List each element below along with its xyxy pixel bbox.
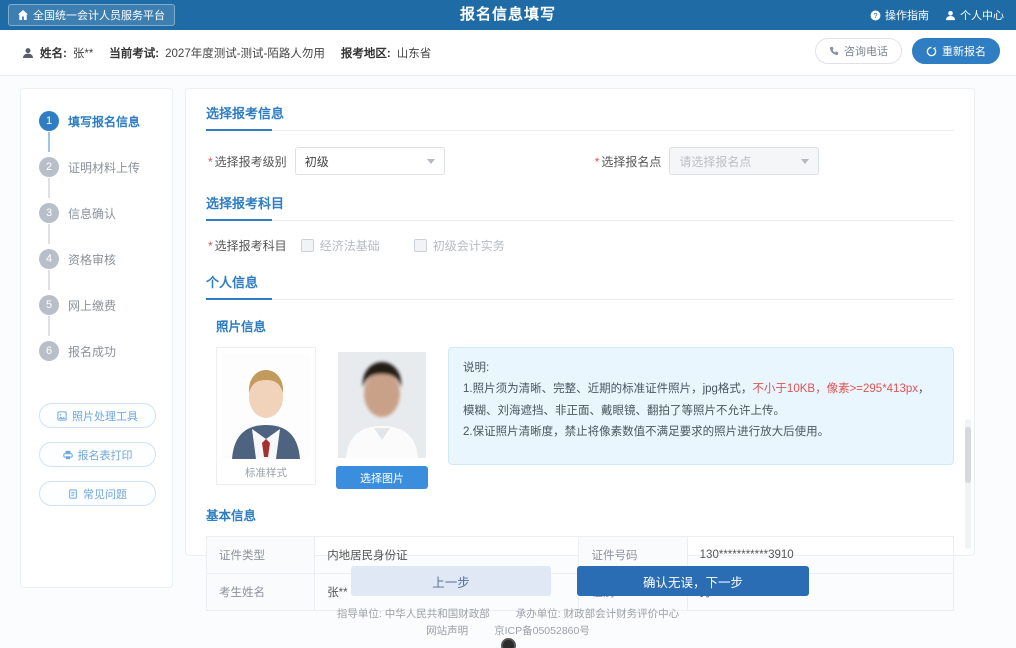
photo-row: 标准样式 选择图片 说明: 1.照片须为清晰、完整、近期的标准证件照片， — [216, 347, 954, 489]
step-label: 资格审核 — [68, 251, 116, 268]
step-number: 2 — [39, 157, 59, 177]
site-statement-link[interactable]: 网站声明 — [426, 623, 468, 640]
bottom-actions: 上一步 确认无误，下一步 — [185, 566, 975, 596]
required-mark: * — [208, 239, 213, 253]
phone-icon — [829, 46, 839, 56]
exam-value: 2027年度测试-测试-陌路人勿用 — [165, 45, 325, 61]
level-value: 初级 — [305, 153, 329, 170]
sample-photo-card: 标准样式 — [216, 347, 316, 485]
exam-label: 当前考试: — [109, 45, 159, 61]
sidebar-links: 照片处理工具 报名表打印 常见问题 — [39, 403, 172, 506]
user-photo-block: 选择图片 — [332, 347, 432, 489]
note-line2: 2.保证照片清晰度，禁止将像素数值不满足要求的照片进行放大后使用。 — [463, 422, 939, 443]
sample-photo-caption: 标准样式 — [245, 465, 287, 480]
step-fill-info[interactable]: 1 填写报名信息 — [39, 111, 172, 157]
security-badge-icon — [501, 638, 516, 648]
subject-checkbox-economic-law[interactable]: 经济法基础 — [301, 237, 380, 254]
userbar-buttons: 咨询电话 重新报名 — [815, 38, 1000, 64]
user-info: 姓名: 张** 当前考试: 2027年度测试-测试-陌路人勿用 报考地区: 山东… — [22, 30, 431, 76]
step-number: 5 — [39, 295, 59, 315]
level-select[interactable]: 初级 — [295, 147, 445, 175]
step-upload-materials[interactable]: 2 证明材料上传 — [39, 157, 172, 203]
consult-phone-button[interactable]: 咨询电话 — [815, 38, 902, 64]
name-value: 张** — [73, 45, 93, 61]
section-personal-info: 个人信息 — [206, 272, 954, 300]
photo-tool-link[interactable]: 照片处理工具 — [39, 403, 156, 428]
topbar-right: ? 操作指南 个人中心 — [870, 0, 1004, 30]
footer-guidance-org: 指导单位: 中华人民共和国财政部 — [337, 606, 490, 623]
page-footer: 指导单位: 中华人民共和国财政部 承办单位: 财政部会计财务评价中心 网站声明 … — [0, 606, 1016, 640]
subjects-row: *选择报考科目 经济法基础 初级会计实务 — [208, 237, 954, 254]
previous-step-button[interactable]: 上一步 — [351, 566, 551, 596]
note-red-text: 不小于10KB，像素>=295*413px — [752, 383, 918, 395]
step-number: 4 — [39, 249, 59, 269]
step-qualification-review[interactable]: 4 资格审核 — [39, 249, 172, 295]
image-icon — [57, 411, 67, 421]
person-icon — [22, 47, 34, 59]
confirm-next-button[interactable]: 确认无误，下一步 — [577, 566, 809, 596]
site-label: *选择报名点 — [595, 153, 662, 170]
steps-sidebar: 1 填写报名信息 2 证明材料上传 3 信息确认 4 资格审核 5 网上缴费 6… — [20, 88, 173, 588]
scrollbar[interactable] — [965, 419, 971, 549]
personal-center-link[interactable]: 个人中心 — [945, 7, 1004, 23]
footer-host-org: 承办单位: 财政部会计财务评价中心 — [516, 606, 679, 623]
region-label: 报考地区: — [341, 45, 391, 61]
chevron-down-icon — [801, 159, 809, 164]
step-confirm-info[interactable]: 3 信息确认 — [39, 203, 172, 249]
step-label: 填写报名信息 — [68, 113, 140, 130]
svg-text:?: ? — [873, 10, 877, 19]
choose-photo-button[interactable]: 选择图片 — [336, 466, 428, 489]
top-navbar: 全国统一会计人员服务平台 报名信息填写 ? 操作指南 个人中心 — [0, 0, 1016, 30]
printer-icon — [63, 450, 73, 460]
guide-link[interactable]: ? 操作指南 — [870, 7, 929, 23]
required-mark: * — [208, 155, 213, 169]
section-exam-info: 选择报考信息 — [206, 103, 954, 131]
faq-link[interactable]: 常见问题 — [39, 481, 156, 506]
scrollbar-thumb[interactable] — [965, 427, 971, 483]
re-register-button[interactable]: 重新报名 — [912, 38, 1000, 64]
section-subjects: 选择报考科目 — [206, 193, 954, 221]
note-line1: 1.照片须为清晰、完整、近期的标准证件照片，jpg格式，不小于10KB，像素>=… — [463, 379, 939, 422]
print-form-link[interactable]: 报名表打印 — [39, 442, 156, 467]
site-select[interactable]: 请选择报名点 — [669, 147, 819, 175]
refresh-icon — [926, 46, 937, 57]
name-label: 姓名: — [40, 45, 67, 61]
step-label: 证明材料上传 — [68, 159, 140, 176]
note-title: 说明: — [463, 358, 939, 379]
sample-photo — [222, 353, 310, 459]
exam-info-row: *选择报考级别 初级 *选择报名点 请选择报名点 — [208, 147, 954, 175]
step-label: 报名成功 — [68, 343, 116, 360]
step-success[interactable]: 6 报名成功 — [39, 341, 172, 387]
step-label: 信息确认 — [68, 205, 116, 222]
basic-info-title: 基本信息 — [206, 505, 954, 524]
question-circle-icon: ? — [870, 10, 881, 21]
photo-info-title: 照片信息 — [216, 316, 954, 335]
level-field: *选择报考级别 初级 — [208, 147, 445, 175]
user-icon — [945, 10, 956, 21]
site-field: *选择报名点 请选择报名点 — [595, 147, 820, 175]
user-photo — [338, 352, 426, 458]
document-icon — [68, 489, 78, 499]
main-form-panel: 选择报考信息 *选择报考级别 初级 *选择报名点 请选择报名点 选择报考科目 *… — [185, 88, 975, 556]
required-mark: * — [595, 155, 600, 169]
step-online-payment[interactable]: 5 网上缴费 — [39, 295, 172, 341]
checkbox-icon — [414, 239, 427, 252]
chevron-down-icon — [427, 159, 435, 164]
step-label: 网上缴费 — [68, 297, 116, 314]
photo-instructions: 说明: 1.照片须为清晰、完整、近期的标准证件照片，jpg格式，不小于10KB，… — [448, 347, 954, 465]
subject-checkbox-accounting-practice[interactable]: 初级会计实务 — [414, 237, 505, 254]
level-label: *选择报考级别 — [208, 153, 287, 170]
region-value: 山东省 — [397, 45, 432, 61]
step-number: 1 — [39, 111, 59, 131]
user-info-bar: 姓名: 张** 当前考试: 2027年度测试-测试-陌路人勿用 报考地区: 山东… — [0, 30, 1016, 76]
site-placeholder: 请选择报名点 — [679, 153, 751, 170]
footer-orgs: 指导单位: 中华人民共和国财政部 承办单位: 财政部会计财务评价中心 — [0, 606, 1016, 623]
checkbox-icon — [301, 239, 314, 252]
page-title: 报名信息填写 — [0, 0, 1016, 30]
subjects-label: *选择报考科目 — [208, 237, 287, 254]
step-number: 3 — [39, 203, 59, 223]
step-number: 6 — [39, 341, 59, 361]
